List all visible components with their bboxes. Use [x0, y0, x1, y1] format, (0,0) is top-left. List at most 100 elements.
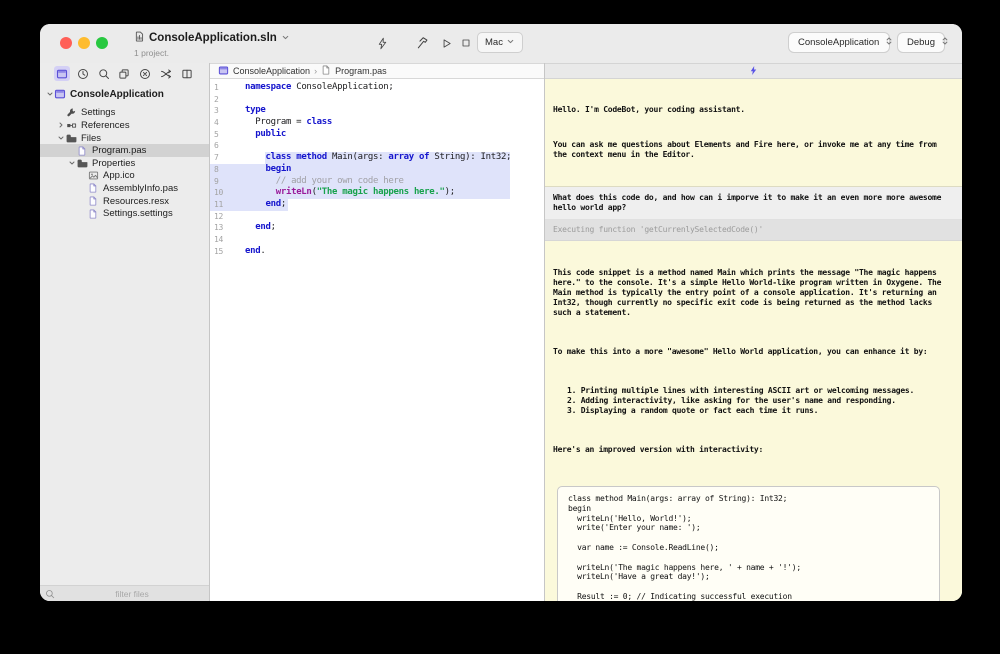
code-line-5[interactable]: 5 public	[210, 129, 544, 141]
tree-item-label: ConsoleApplication	[70, 89, 164, 100]
tree-item-program-pas[interactable]: Program.pas	[40, 144, 209, 157]
flash-icon[interactable]	[372, 33, 392, 53]
code-line-3[interactable]: 3type	[210, 105, 544, 117]
line-number: 9	[214, 176, 219, 188]
tree-item-settings-settings[interactable]: Settings.settings	[40, 207, 209, 220]
code-line-1[interactable]: 1namespace ConsoleApplication;	[210, 82, 544, 94]
code-line-4[interactable]: 4 Program = class	[210, 117, 544, 129]
code-line-15[interactable]: 15end.	[210, 246, 544, 258]
frame-icon	[54, 88, 66, 100]
breadcrumb-separator: ›	[314, 66, 317, 76]
code-line-7[interactable]: 7 class method Main(args: array of Strin…	[210, 152, 544, 164]
code-line-6[interactable]: 6	[210, 140, 544, 152]
code-text: begin	[245, 164, 291, 176]
line-number: 13	[214, 222, 223, 234]
updown-chevrons-icon	[884, 36, 894, 49]
app-window: ConsoleApplication.sln 1 project. Mac Co…	[40, 24, 962, 601]
code-text: class method Main(args: array of String)…	[245, 152, 511, 164]
book-icon[interactable]	[179, 66, 195, 81]
answer-list-item: 3. Displaying a random quote or fact eac…	[567, 406, 954, 416]
project-tree: ConsoleApplication Settings ReferencesFile…	[40, 88, 209, 220]
code-line-14[interactable]: 14	[210, 234, 544, 246]
filter-files-bar[interactable]: filter files	[40, 585, 209, 601]
minimize-window-button[interactable]	[78, 37, 90, 49]
line-number: 8	[214, 164, 219, 176]
tree-item-label: Settings	[81, 107, 115, 118]
tree-item-files[interactable]: Files	[40, 132, 209, 145]
title-bar: ConsoleApplication.sln 1 project. Mac Co…	[40, 24, 962, 63]
tree-item-label: References	[81, 120, 130, 131]
build-mode-selector[interactable]: Debug	[897, 32, 945, 53]
doc-icon	[87, 196, 99, 206]
project-frame-icon	[218, 65, 229, 78]
chevron-down-icon[interactable]	[281, 29, 290, 47]
line-number: 15	[214, 246, 223, 258]
filter-files-placeholder: filter files	[55, 589, 209, 599]
sidebar-tab-strip	[40, 63, 209, 81]
copy-icon[interactable]	[116, 66, 132, 81]
maximize-window-button[interactable]	[96, 37, 108, 49]
answer-paragraph-1: This code snippet is a method named Main…	[553, 268, 954, 318]
suggested-code-block[interactable]: class method Main(args: array of String)…	[557, 486, 940, 601]
close-window-button[interactable]	[60, 37, 72, 49]
code-text: end;	[245, 199, 286, 211]
tree-item-references[interactable]: References	[40, 119, 209, 132]
history-clock-icon[interactable]	[75, 66, 91, 81]
code-text: public	[245, 129, 286, 141]
tree-item-settings[interactable]: Settings	[40, 107, 209, 120]
chevron-right-icon[interactable]	[56, 121, 65, 129]
search-icon	[45, 589, 55, 599]
doc-icon	[87, 209, 99, 219]
search-icon[interactable]	[96, 66, 112, 81]
stop-icon[interactable]	[456, 33, 476, 53]
configuration-selector[interactable]: ConsoleApplication	[788, 32, 890, 53]
code-line-2[interactable]: 2	[210, 94, 544, 106]
code-line-11[interactable]: 11 end;	[210, 199, 544, 211]
chevron-down-icon[interactable]	[45, 90, 54, 98]
chevron-down-icon[interactable]	[67, 159, 76, 167]
tree-item-assemblyinfo-pas[interactable]: AssemblyInfo.pas	[40, 182, 209, 195]
executing-function-status: Executing function 'getCurrenlySelectedC…	[545, 220, 962, 241]
tree-item-label: Properties	[92, 158, 135, 169]
tree-item-properties[interactable]: Properties	[40, 157, 209, 170]
tree-item-resources-resx[interactable]: Resources.resx	[40, 195, 209, 208]
project-frame-icon[interactable]	[54, 66, 70, 81]
code-line-9[interactable]: 9 // add your own code here	[210, 176, 544, 188]
code-text: // add your own code here	[245, 176, 404, 188]
line-number: 11	[214, 199, 223, 211]
folder-icon	[76, 158, 88, 169]
tree-item-app-ico[interactable]: App.ico	[40, 170, 209, 183]
doc-icon	[87, 183, 99, 193]
build-mode-label: Debug	[907, 37, 935, 48]
folder-icon	[65, 133, 77, 144]
code-line-13[interactable]: 13 end;	[210, 222, 544, 234]
code-area[interactable]: 1namespace ConsoleApplication;23type4 Pr…	[210, 79, 544, 601]
wrench-icon	[65, 107, 77, 118]
image-icon	[87, 170, 99, 181]
project-count-label: 1 project.	[134, 48, 290, 58]
device-label: Mac	[485, 37, 503, 48]
answer-list-item: 2. Adding interactivity, like asking for…	[567, 396, 954, 406]
window-title: ConsoleApplication.sln	[149, 32, 277, 44]
device-selector[interactable]: Mac	[477, 32, 523, 53]
jump-icon[interactable]	[158, 66, 174, 81]
flash-icon	[748, 65, 759, 78]
code-line-8[interactable]: 8 begin	[210, 164, 544, 176]
answer-paragraph-3: Here's an improved version with interact…	[553, 445, 954, 455]
line-number: 1	[214, 82, 219, 94]
code-text: end;	[245, 222, 276, 234]
line-number: 5	[214, 129, 219, 141]
build-hammer-icon[interactable]	[413, 33, 433, 53]
line-number: 10	[214, 187, 223, 199]
welcome-line-2: You can ask me questions about Elements …	[553, 140, 954, 160]
breadcrumb-project[interactable]: ConsoleApplication	[233, 66, 310, 76]
answer-suggestion-list: 1. Printing multiple lines with interest…	[553, 386, 954, 416]
code-line-10[interactable]: 10 writeLn("The magic happens here.");	[210, 187, 544, 199]
breadcrumb-file[interactable]: Program.pas	[335, 66, 387, 76]
errors-icon[interactable]	[137, 66, 153, 81]
tree-item-consoleapplication[interactable]: ConsoleApplication	[40, 88, 209, 101]
solution-file-icon	[134, 29, 145, 47]
chevron-down-icon[interactable]	[56, 134, 65, 142]
run-play-icon[interactable]	[436, 33, 456, 53]
code-line-12[interactable]: 12	[210, 211, 544, 223]
